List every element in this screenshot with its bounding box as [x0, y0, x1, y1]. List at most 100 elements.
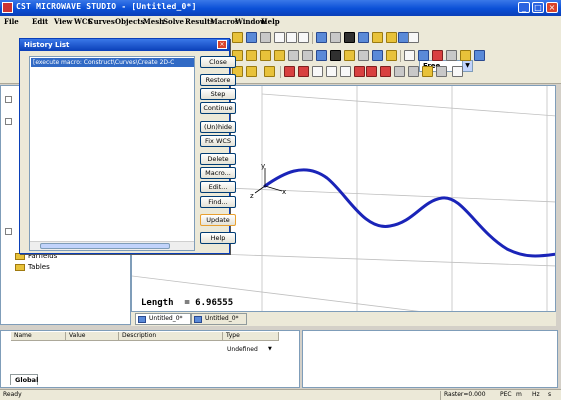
material-icon[interactable] [264, 66, 275, 77]
menu-objects[interactable]: Objects [115, 17, 144, 26]
folder-icon[interactable] [372, 32, 383, 43]
probe-icon[interactable] [446, 50, 457, 61]
macro-button[interactable]: Macro... [200, 167, 236, 179]
trace-icon[interactable] [422, 66, 433, 77]
menu-help[interactable]: Help [261, 17, 280, 26]
menu-file[interactable]: File [4, 17, 19, 26]
rectangle-icon[interactable] [340, 66, 351, 77]
curve-icon[interactable] [404, 50, 415, 61]
stop-icon[interactable] [452, 66, 463, 77]
expand-icon[interactable] [5, 228, 12, 235]
app-icon [2, 2, 13, 13]
divider [440, 391, 441, 400]
tab-global[interactable]: Global [10, 374, 38, 385]
front-view-icon[interactable] [358, 32, 369, 43]
pick-point-icon[interactable] [386, 50, 397, 61]
menu-solve[interactable]: Solve [163, 17, 184, 26]
history-entry-selected[interactable]: [execute macro: Construct\Curves\Create … [31, 58, 194, 67]
open-icon[interactable] [232, 32, 243, 43]
document-icon [194, 316, 202, 323]
polyline-icon[interactable] [366, 66, 377, 77]
tab-untitled-0-active[interactable]: Untitled_0* [191, 313, 247, 325]
status-bar: Ready Raster=0.000 PEC m Hz s [0, 389, 561, 400]
unhide-button[interactable]: (Un)hide [200, 121, 236, 133]
close-button[interactable]: Close [200, 56, 236, 68]
save-icon[interactable] [246, 32, 257, 43]
join-icon[interactable] [436, 66, 447, 77]
title-bar: CST MICROWAVE STUDIO - [Untitled_0*] _ □… [0, 0, 561, 16]
close-window-button[interactable]: × [546, 2, 558, 13]
parameter-list: Name Value Description Type Undefined ▼ [0, 330, 300, 388]
step-button[interactable]: Step [200, 88, 236, 100]
tab-scroll-buttons[interactable] [534, 313, 556, 325]
polygon-icon[interactable] [418, 50, 429, 61]
restore-button[interactable]: Restore [200, 74, 236, 86]
col-header-description[interactable]: Description [119, 332, 223, 341]
col-header-type[interactable]: Type [223, 332, 279, 341]
extrude-icon[interactable] [288, 50, 299, 61]
horizontal-scrollbar[interactable] [30, 241, 194, 250]
edit-button[interactable]: Edit... [200, 181, 236, 193]
menu-view[interactable]: View [54, 17, 72, 26]
hand-icon[interactable] [394, 66, 405, 77]
field-monitor-icon[interactable] [460, 50, 471, 61]
help-button[interactable]: Help [200, 232, 236, 244]
length-readout: Length = 6.96555 [141, 298, 234, 308]
menu-bar: File Edit View WCS Curves Objects Mesh S… [0, 16, 561, 28]
view-icon[interactable] [330, 32, 341, 43]
maximize-button[interactable]: □ [532, 2, 544, 13]
chevron-down-icon[interactable]: ▼ [462, 61, 472, 71]
spline-icon[interactable] [354, 66, 365, 77]
dialog-close-icon[interactable]: × [217, 40, 227, 49]
history-listbox[interactable]: [execute macro: Construct\Curves\Create … [29, 56, 195, 251]
scrollbar-thumb[interactable] [40, 243, 170, 249]
type-cell[interactable]: Undefined [227, 346, 258, 353]
continue-button[interactable]: Continue [200, 102, 236, 114]
minimize-button[interactable]: _ [518, 2, 530, 13]
cone-icon[interactable] [260, 50, 271, 61]
fix-wcs-button[interactable]: Fix WCS [200, 135, 236, 147]
zoom-out-icon[interactable] [298, 32, 309, 43]
paste-icon[interactable] [246, 66, 257, 77]
tab-untitled-0[interactable]: Untitled_0* [135, 313, 191, 325]
axes-icon[interactable] [316, 32, 327, 43]
anchor-icon[interactable] [408, 66, 419, 77]
spline-curve[interactable] [263, 168, 556, 258]
sphere-icon[interactable] [246, 50, 257, 61]
menu-mesh[interactable]: Mesh [143, 17, 164, 26]
col-header-value[interactable]: Value [66, 332, 119, 341]
port-icon[interactable] [432, 50, 443, 61]
arc-icon[interactable] [298, 66, 309, 77]
align-icon[interactable] [372, 50, 383, 61]
tab-label: Untitled_0* [149, 315, 183, 322]
raster-readout: Raster=0.000 [444, 391, 486, 398]
line-icon[interactable] [284, 66, 295, 77]
menu-curves[interactable]: Curves [88, 17, 115, 26]
delete-button[interactable]: Delete [200, 153, 236, 165]
wcs-icon[interactable] [316, 50, 327, 61]
ellipse-icon[interactable] [326, 66, 337, 77]
menu-edit[interactable]: Edit [32, 17, 48, 26]
expand-icon[interactable] [5, 118, 12, 125]
torus-icon[interactable] [274, 50, 285, 61]
cut-icon[interactable] [260, 32, 271, 43]
expand-icon[interactable] [5, 96, 12, 103]
select-icon[interactable] [408, 32, 419, 43]
delete-curve-icon[interactable] [380, 66, 391, 77]
zoom-in-icon[interactable] [286, 32, 297, 43]
update-button[interactable]: Update [200, 214, 236, 226]
wireframe-icon[interactable] [344, 32, 355, 43]
tree-item-tables[interactable]: Tables [15, 263, 50, 271]
rotate-icon[interactable] [302, 50, 313, 61]
find-button[interactable]: Find... [200, 196, 236, 208]
circle-icon[interactable] [312, 66, 323, 77]
zoom-icon[interactable] [274, 32, 285, 43]
transform-icon[interactable] [358, 50, 369, 61]
status-text: Ready [3, 391, 22, 398]
mesh-icon[interactable] [330, 50, 341, 61]
pick-icon[interactable] [386, 32, 397, 43]
chevron-down-icon[interactable]: ▼ [268, 346, 272, 352]
col-header-name[interactable]: Name [11, 332, 66, 341]
boolean-icon[interactable] [344, 50, 355, 61]
solver-icon[interactable] [474, 50, 485, 61]
